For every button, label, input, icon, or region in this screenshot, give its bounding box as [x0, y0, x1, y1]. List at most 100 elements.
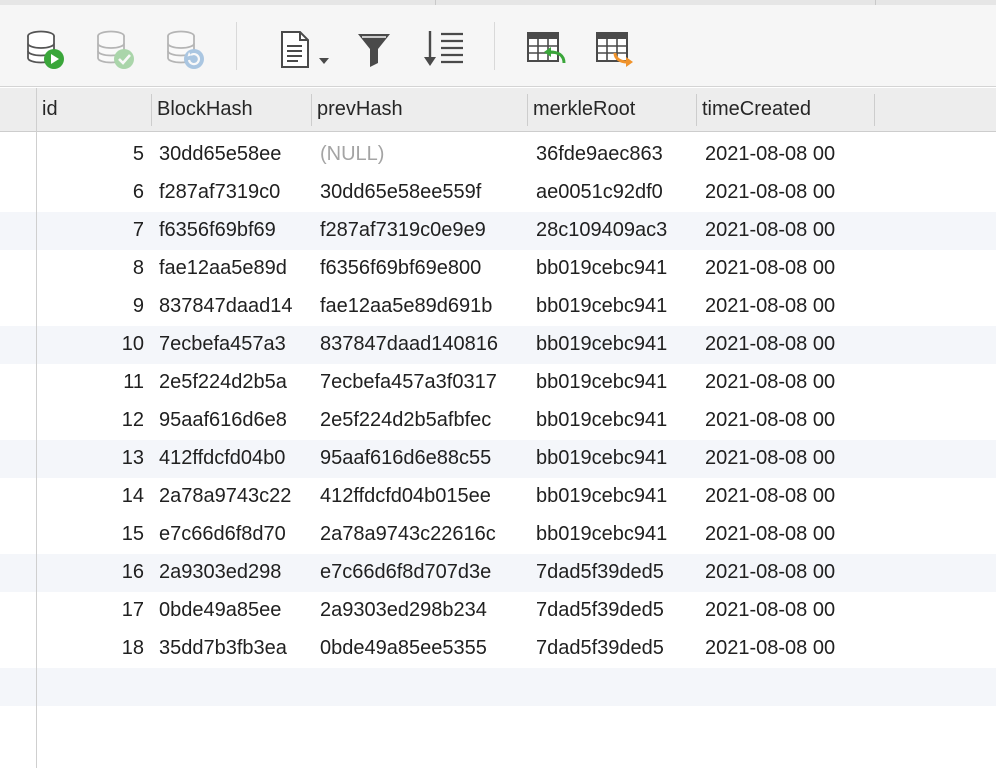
cell-merkleroot[interactable]: 28c109409ac3 [536, 212, 690, 250]
table-row[interactable]: 5 30dd65e58ee (NULL) 36fde9aec863 2021-0… [0, 136, 996, 174]
commit-button[interactable] [93, 27, 137, 71]
cell-id[interactable]: 7 [37, 212, 144, 250]
cell-blockhash[interactable]: e7c66d6f8d70 [159, 516, 309, 554]
cell-prevhash[interactable]: 30dd65e58ee559f [320, 174, 522, 212]
cell-merkleroot[interactable]: 36fde9aec863 [536, 136, 690, 174]
filter-button[interactable] [352, 27, 396, 71]
cell-blockhash[interactable]: fae12aa5e89d [159, 250, 309, 288]
cell-id[interactable]: 18 [37, 630, 144, 668]
cell-timecreated[interactable]: 2021-08-08 00 [705, 478, 870, 516]
cell-merkleroot[interactable]: ae0051c92df0 [536, 174, 690, 212]
cell-timecreated[interactable]: 2021-08-08 00 [705, 288, 870, 326]
column-header-merkleroot[interactable]: merkleRoot [527, 88, 696, 132]
cell-prevhash[interactable]: 837847daad140816 [320, 326, 522, 364]
table-row[interactable]: 6 f287af7319c0 30dd65e58ee559f ae0051c92… [0, 174, 996, 212]
cell-timecreated[interactable]: 2021-08-08 00 [705, 402, 870, 440]
export-button[interactable] [276, 27, 336, 71]
cell-id[interactable]: 15 [37, 516, 144, 554]
cell-timecreated[interactable]: 2021-08-08 00 [705, 326, 870, 364]
table-row[interactable]: 9 837847daad14 fae12aa5e89d691b bb019ceb… [0, 288, 996, 326]
cell-merkleroot[interactable]: bb019cebc941 [536, 402, 690, 440]
cell-blockhash[interactable]: 2e5f224d2b5a [159, 364, 309, 402]
cell-prevhash[interactable]: 0bde49a85ee5355 [320, 630, 522, 668]
cell-prevhash[interactable]: 2e5f224d2b5afbfec [320, 402, 522, 440]
cell-prevhash[interactable]: 412ffdcfd04b015ee [320, 478, 522, 516]
cell-merkleroot[interactable]: 7dad5f39ded5 [536, 554, 690, 592]
cell-id[interactable]: 12 [37, 402, 144, 440]
empty-row [0, 668, 996, 706]
cell-timecreated[interactable]: 2021-08-08 00 [705, 592, 870, 630]
table-row[interactable]: 14 2a78a9743c22 412ffdcfd04b015ee bb019c… [0, 478, 996, 516]
cell-timecreated[interactable]: 2021-08-08 00 [705, 554, 870, 592]
table-row[interactable]: 15 e7c66d6f8d70 2a78a9743c22616c bb019ce… [0, 516, 996, 554]
cell-timecreated[interactable]: 2021-08-08 00 [705, 136, 870, 174]
cell-prevhash[interactable]: 2a9303ed298b234 [320, 592, 522, 630]
cell-blockhash[interactable]: f287af7319c0 [159, 174, 309, 212]
cell-timecreated[interactable]: 2021-08-08 00 [705, 440, 870, 478]
cell-prevhash[interactable]: e7c66d6f8d707d3e [320, 554, 522, 592]
table-row[interactable]: 13 412ffdcfd04b0 95aaf616d6e88c55 bb019c… [0, 440, 996, 478]
cell-timecreated[interactable]: 2021-08-08 00 [705, 174, 870, 212]
cell-merkleroot[interactable]: bb019cebc941 [536, 326, 690, 364]
cell-blockhash[interactable]: f6356f69bf69 [159, 212, 309, 250]
column-resize-handle[interactable] [874, 94, 875, 126]
cell-prevhash[interactable]: fae12aa5e89d691b [320, 288, 522, 326]
cell-id[interactable]: 9 [37, 288, 144, 326]
table-row[interactable]: 18 35dd7b3fb3ea 0bde49a85ee5355 7dad5f39… [0, 630, 996, 668]
cell-id[interactable]: 8 [37, 250, 144, 288]
cell-id[interactable]: 16 [37, 554, 144, 592]
column-header-prevhash[interactable]: prevHash [311, 88, 527, 132]
cell-merkleroot[interactable]: bb019cebc941 [536, 478, 690, 516]
cell-merkleroot[interactable]: 7dad5f39ded5 [536, 592, 690, 630]
cell-blockhash[interactable]: 412ffdcfd04b0 [159, 440, 309, 478]
export-table-button[interactable] [593, 27, 637, 71]
cell-merkleroot[interactable]: bb019cebc941 [536, 250, 690, 288]
table-row[interactable]: 10 7ecbefa457a3 837847daad140816 bb019ce… [0, 326, 996, 364]
cell-prevhash[interactable]: 2a78a9743c22616c [320, 516, 522, 554]
cell-prevhash[interactable]: f6356f69bf69e800 [320, 250, 522, 288]
cell-prevhash[interactable]: 95aaf616d6e88c55 [320, 440, 522, 478]
table-row[interactable]: 8 fae12aa5e89d f6356f69bf69e800 bb019ceb… [0, 250, 996, 288]
cell-blockhash[interactable]: 35dd7b3fb3ea [159, 630, 309, 668]
cell-merkleroot[interactable]: bb019cebc941 [536, 364, 690, 402]
cell-timecreated[interactable]: 2021-08-08 00 [705, 212, 870, 250]
cell-timecreated[interactable]: 2021-08-08 00 [705, 516, 870, 554]
cell-blockhash[interactable]: 95aaf616d6e8 [159, 402, 309, 440]
run-query-button[interactable] [23, 27, 67, 71]
cell-id[interactable]: 11 [37, 364, 144, 402]
cell-timecreated[interactable]: 2021-08-08 00 [705, 364, 870, 402]
cell-blockhash[interactable]: 2a9303ed298 [159, 554, 309, 592]
column-header-timecreated[interactable]: timeCreated [696, 88, 874, 132]
cell-id[interactable]: 6 [37, 174, 144, 212]
cell-merkleroot[interactable]: bb019cebc941 [536, 516, 690, 554]
cell-id[interactable]: 5 [37, 136, 144, 174]
data-grid: id BlockHash prevHash merkleRoot timeCre… [0, 88, 996, 768]
table-row[interactable]: 12 95aaf616d6e8 2e5f224d2b5afbfec bb019c… [0, 402, 996, 440]
cell-id[interactable]: 14 [37, 478, 144, 516]
table-row[interactable]: 17 0bde49a85ee 2a9303ed298b234 7dad5f39d… [0, 592, 996, 630]
table-row[interactable]: 16 2a9303ed298 e7c66d6f8d707d3e 7dad5f39… [0, 554, 996, 592]
cell-blockhash[interactable]: 837847daad14 [159, 288, 309, 326]
cell-blockhash[interactable]: 30dd65e58ee [159, 136, 309, 174]
cell-blockhash[interactable]: 7ecbefa457a3 [159, 326, 309, 364]
cell-blockhash[interactable]: 2a78a9743c22 [159, 478, 309, 516]
sort-button[interactable] [421, 27, 465, 71]
table-row[interactable]: 7 f6356f69bf69 f287af7319c0e9e9 28c10940… [0, 212, 996, 250]
cell-merkleroot[interactable]: bb019cebc941 [536, 288, 690, 326]
import-table-button[interactable] [524, 27, 568, 71]
cell-prevhash[interactable]: f287af7319c0e9e9 [320, 212, 522, 250]
cell-id[interactable]: 10 [37, 326, 144, 364]
table-row[interactable]: 11 2e5f224d2b5a 7ecbefa457a3f0317 bb019c… [0, 364, 996, 402]
cell-blockhash[interactable]: 0bde49a85ee [159, 592, 309, 630]
cell-merkleroot[interactable]: 7dad5f39ded5 [536, 630, 690, 668]
refresh-button[interactable] [163, 27, 207, 71]
cell-id[interactable]: 17 [37, 592, 144, 630]
cell-id[interactable]: 13 [37, 440, 144, 478]
cell-merkleroot[interactable]: bb019cebc941 [536, 440, 690, 478]
cell-timecreated[interactable]: 2021-08-08 00 [705, 250, 870, 288]
cell-prevhash[interactable]: (NULL) [320, 136, 522, 174]
column-header-id[interactable]: id [36, 88, 151, 132]
cell-timecreated[interactable]: 2021-08-08 00 [705, 630, 870, 668]
cell-prevhash[interactable]: 7ecbefa457a3f0317 [320, 364, 522, 402]
column-header-blockhash[interactable]: BlockHash [151, 88, 311, 132]
